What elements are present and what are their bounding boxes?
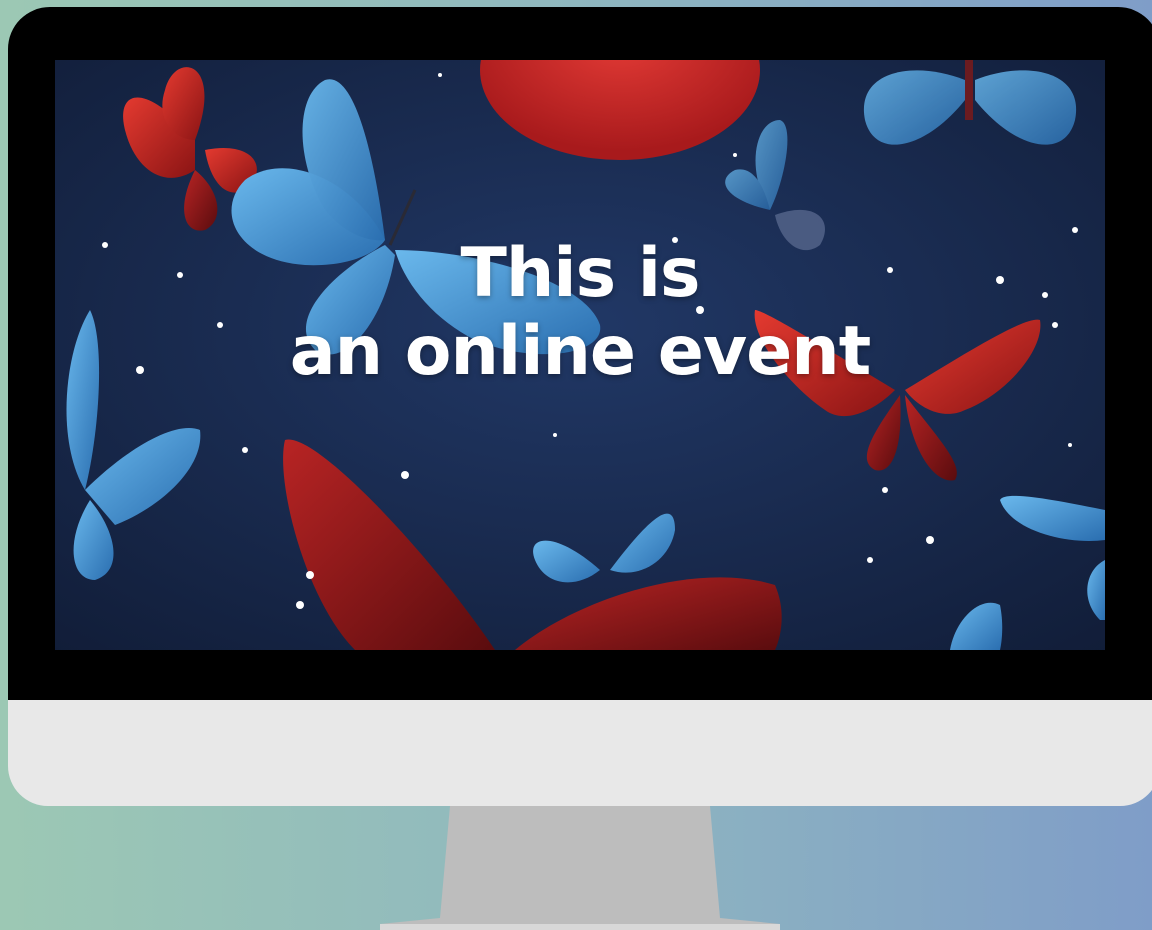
event-headline: This is an online event <box>55 235 1105 391</box>
monitor-screen: This is an online event <box>55 60 1105 650</box>
headline-line-1: This is <box>460 234 700 313</box>
monitor-chin <box>8 700 1152 806</box>
monitor: This is an online event <box>8 7 1152 807</box>
headline-line-2: an online event <box>289 312 871 391</box>
monitor-stand <box>380 806 780 930</box>
